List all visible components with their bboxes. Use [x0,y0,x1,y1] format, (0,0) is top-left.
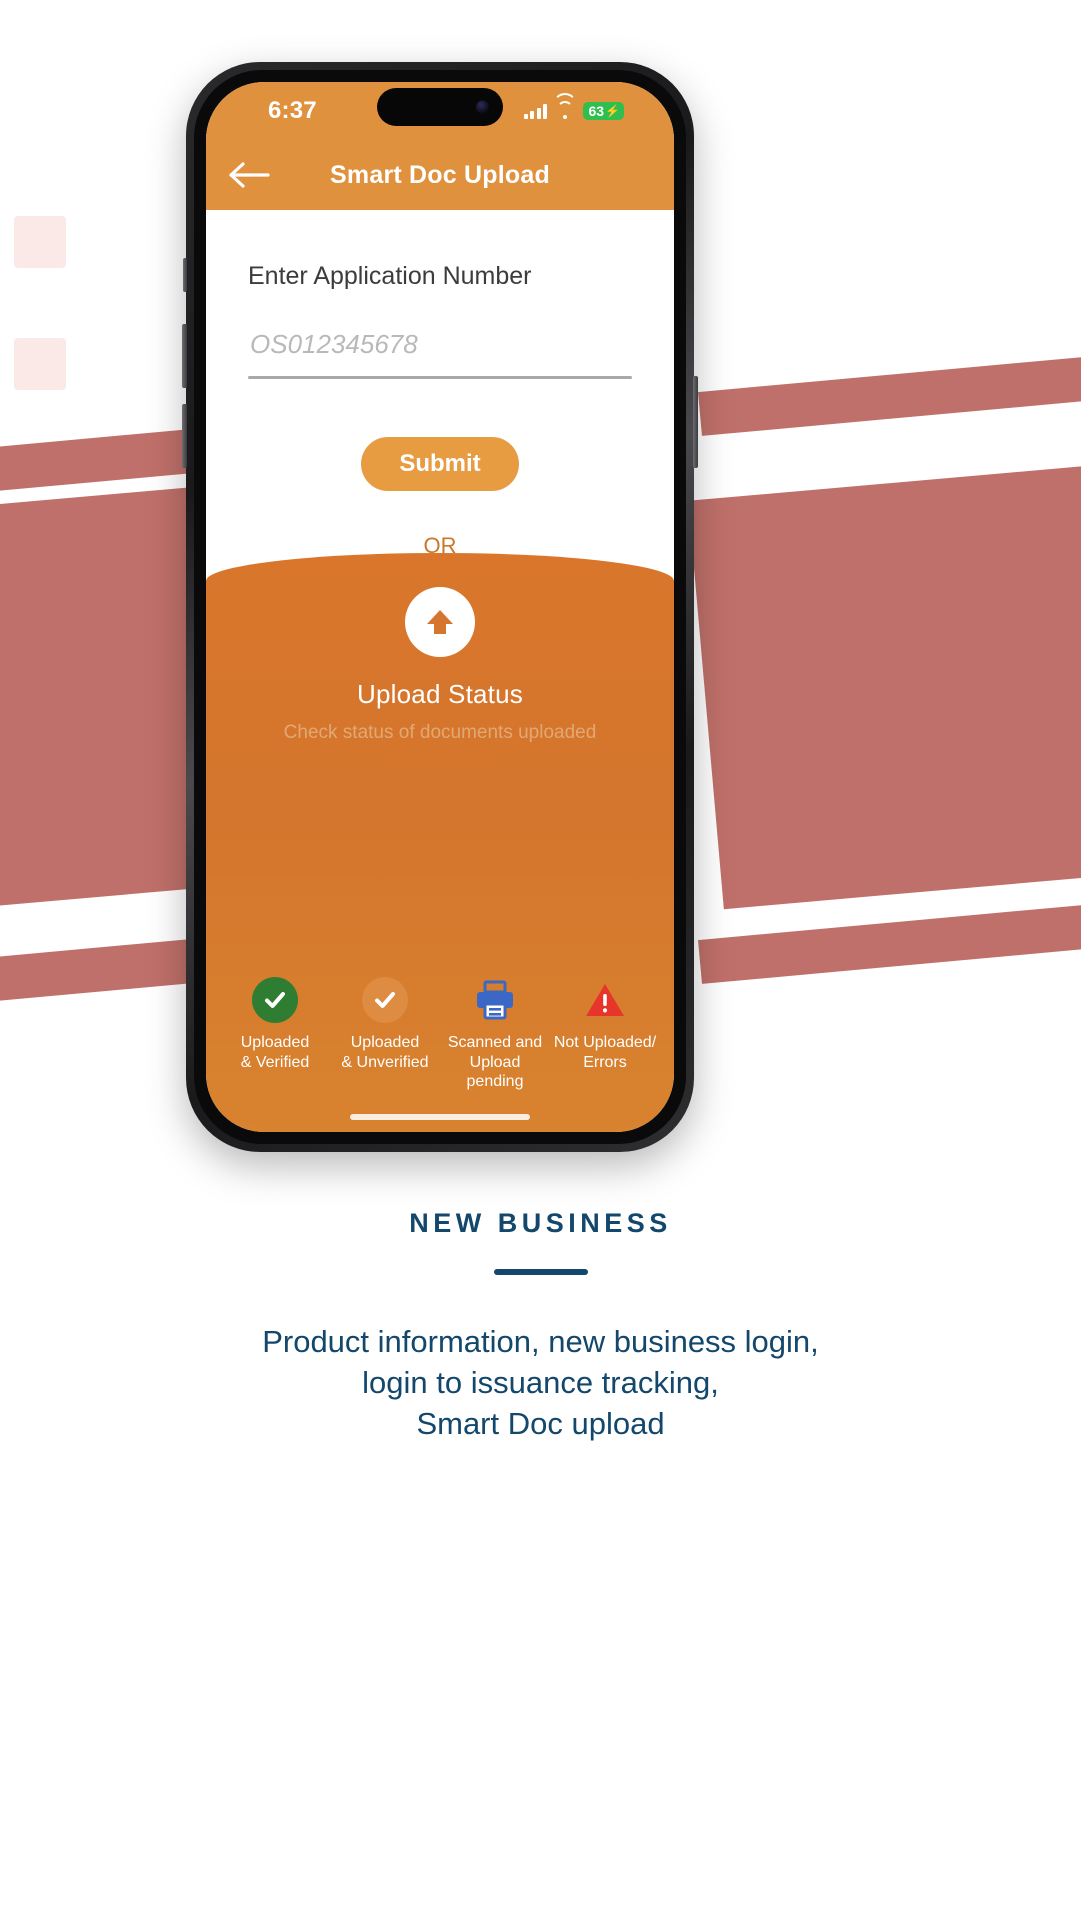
decorative-band [688,463,1081,910]
phone-bezel: 6:37 63 ⚡ Smart Doc Upload Enter Applica… [194,70,686,1144]
legend-item[interactable]: Uploaded & Unverified [330,977,440,1072]
legend-label: Uploaded & Unverified [341,1034,429,1071]
submit-row: Submit [248,437,632,491]
legend-label: Uploaded & Verified [240,1034,310,1071]
home-indicator[interactable] [350,1114,530,1120]
application-number-form: Enter Application Number Submit OR [206,210,674,559]
cellular-signal-icon [523,103,548,119]
caption-section: NEW BUSINESS Product information, new bu… [0,1208,1081,1445]
caption-kicker: NEW BUSINESS [409,1208,672,1238]
back-arrow-icon[interactable] [228,160,272,190]
upload-status-legend: Uploaded & Verified Uploaded & Unverifie… [206,977,674,1092]
caption-line: login to issuance tracking, [362,1365,719,1401]
silent-switch[interactable] [183,258,187,292]
battery-percent-label: 63 [588,103,605,119]
decorative-square [14,216,66,268]
legend-label: Scanned and Upload pending [447,1034,543,1091]
upload-status-subtitle: Check status of documents uploaded [283,722,597,743]
app-bar: Smart Doc Upload [206,140,674,210]
printer-icon [472,977,518,1023]
input-underline [248,376,632,379]
front-camera-icon [476,100,489,114]
page-canvas: 6:37 63 ⚡ Smart Doc Upload Enter Applica… [0,0,1081,1920]
page-title: Smart Doc Upload [330,160,550,189]
power-button[interactable] [693,376,698,468]
check-circle-green-icon [252,977,298,1024]
decorative-square [14,338,66,390]
upload-status-title: Upload Status [357,679,523,709]
caption-body: Product information, new business login,… [0,1321,1081,1445]
phone-screen: 6:37 63 ⚡ Smart Doc Upload Enter Applica… [206,82,674,1132]
volume-up-button[interactable] [182,324,187,388]
warning-triangle-icon [582,977,628,1023]
wifi-icon [553,92,578,119]
legend-label: Not Uploaded/ Errors [553,1034,657,1071]
application-number-input-wrap [248,329,632,379]
caption-divider [493,1269,588,1275]
status-bar-clock: 6:37 [268,97,317,124]
dynamic-island [377,88,503,126]
upload-status-panel[interactable]: Upload Status Check status of documents … [206,553,674,1132]
legend-item[interactable]: Not Uploaded/ Errors [550,977,660,1072]
check-circle-orange-icon [362,977,408,1024]
application-number-input[interactable] [248,329,632,376]
legend-item[interactable]: Uploaded & Verified [220,977,330,1072]
decorative-band [698,353,1081,436]
decorative-band [698,901,1081,984]
caption-line: Smart Doc upload [416,1406,665,1442]
status-bar: 6:37 63 ⚡ [206,82,674,140]
upload-arrow-icon [405,587,475,657]
phone-mockup: 6:37 63 ⚡ Smart Doc Upload Enter Applica… [182,62,698,1152]
submit-button[interactable]: Submit [361,437,519,491]
battery-indicator: 63 ⚡ [583,102,624,120]
status-bar-indicators: 63 ⚡ [523,92,624,120]
application-number-label: Enter Application Number [248,262,532,290]
charging-bolt-icon: ⚡ [605,104,620,118]
caption-line: Product information, new business login, [262,1324,819,1359]
legend-item[interactable]: Scanned and Upload pending [440,977,550,1092]
volume-down-button[interactable] [182,404,187,468]
